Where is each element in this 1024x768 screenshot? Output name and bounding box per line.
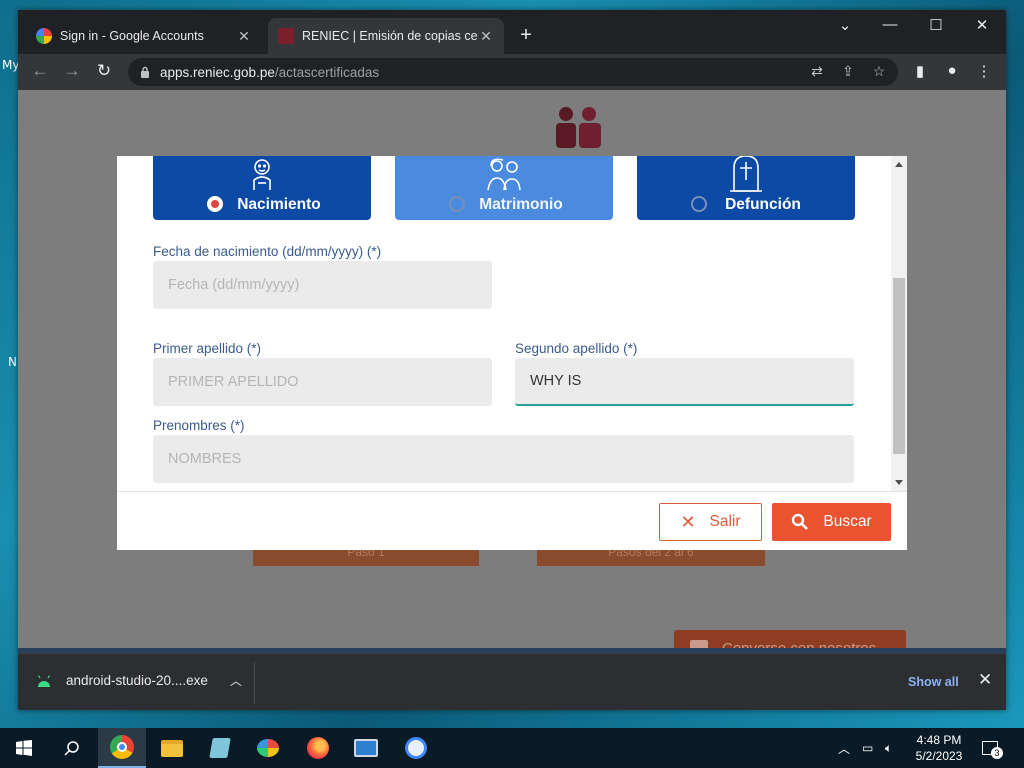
- search-icon: [64, 741, 79, 756]
- taskbar-clock[interactable]: 4:48 PM 5/2/2023: [908, 732, 970, 764]
- close-window-button[interactable]: ✕: [968, 16, 996, 34]
- browser-toolbar: ← → ↻ apps.reniec.gob.pe/actascertificad…: [18, 54, 1006, 90]
- folder-icon: [161, 739, 183, 757]
- start-button[interactable]: [0, 728, 48, 768]
- notepad-icon: [209, 738, 231, 758]
- taskbar-firefox[interactable]: [294, 728, 342, 768]
- address-host: apps.reniec.gob.pe: [160, 64, 275, 80]
- second-surname-input[interactable]: [515, 358, 854, 406]
- bookmark-star-icon[interactable]: ☆: [870, 63, 888, 81]
- clock-time: 4:48 PM: [916, 733, 962, 747]
- forward-arrow-icon[interactable]: →: [60, 61, 84, 81]
- type-card-matrimonio[interactable]: Matrimonio: [395, 156, 613, 220]
- paint-palette-icon: [257, 739, 279, 757]
- back-arrow-icon[interactable]: ←: [28, 61, 52, 81]
- volume-icon[interactable]: 🔈︎: [885, 728, 892, 768]
- tray-chevron-up-icon[interactable]: ︿: [838, 728, 850, 768]
- tab-reniec[interactable]: RENIEC | Emisión de copias certif ✕: [268, 18, 504, 54]
- close-shelf-icon[interactable]: ✕: [978, 670, 992, 690]
- modal-footer: ✕ Salir Buscar: [117, 491, 907, 550]
- share-icon[interactable]: ⇪: [839, 63, 857, 81]
- taskbar: ︿ ▭ 🔈︎ 4:48 PM 5/2/2023 3: [0, 728, 1024, 768]
- taskbar-chrome[interactable]: [98, 728, 146, 768]
- tombstone-cross-icon: [730, 156, 762, 192]
- address-bar[interactable]: apps.reniec.gob.pe/actascertificadas: [128, 58, 898, 86]
- android-studio-icon: [405, 737, 427, 759]
- side-panel-icon[interactable]: ▮: [910, 62, 930, 80]
- type-card-defuncion[interactable]: Defunción: [637, 156, 855, 220]
- taskbar-file-explorer[interactable]: [148, 728, 196, 768]
- search-button-label: Buscar: [823, 513, 872, 530]
- scroll-down-icon[interactable]: [895, 480, 903, 485]
- clock-date: 5/2/2023: [915, 749, 963, 763]
- baby-icon: [253, 159, 271, 190]
- tab-strip: Sign in - Google Accounts ✕ RENIEC | Emi…: [18, 10, 1006, 54]
- given-names-label: Prenombres (*): [153, 418, 245, 433]
- desktop-icon-label: My: [2, 58, 20, 72]
- type-label: Defunción: [725, 196, 801, 213]
- search-button[interactable]: Buscar: [772, 503, 891, 541]
- birth-date-input[interactable]: [153, 261, 492, 309]
- given-names-input[interactable]: [153, 435, 854, 483]
- notification-center-button[interactable]: 3: [982, 728, 1003, 768]
- tab-title: RENIEC | Emisión de copias certif: [302, 29, 478, 43]
- monitor-icon: [354, 739, 378, 757]
- birth-date-label: Fecha de nacimiento (dd/mm/yyyy) (*): [153, 244, 382, 259]
- type-card-nacimiento[interactable]: Nacimiento: [153, 156, 371, 220]
- android-icon: [37, 674, 51, 687]
- exit-button-label: Salir: [709, 513, 741, 530]
- notification-icon: 3: [982, 741, 1003, 759]
- close-icon: ✕: [680, 511, 696, 532]
- search-taskbar-button[interactable]: [48, 728, 96, 768]
- reniec-logo-icon: [556, 107, 601, 148]
- tab-title: Sign in - Google Accounts: [60, 29, 204, 43]
- modal-body: Nacimiento Matrimonio Defunción Fecha de…: [117, 156, 891, 491]
- search-icon: [792, 513, 809, 530]
- scroll-thumb[interactable]: [893, 278, 905, 454]
- address-path: /actascertificadas: [274, 64, 380, 80]
- page-viewport: Paso 1 Pasos del 2 al 6 Converse con nos…: [18, 90, 1006, 653]
- google-icon: [36, 28, 52, 44]
- tab-search-chevron-icon[interactable]: ⌄: [831, 16, 859, 34]
- windows-logo-icon: [16, 740, 32, 756]
- reniec-icon: [278, 28, 294, 44]
- reload-icon[interactable]: ↻: [92, 61, 116, 81]
- translate-icon[interactable]: ⇄: [808, 63, 826, 81]
- profile-icon[interactable]: ●: [942, 62, 962, 79]
- type-label: Nacimiento: [237, 196, 321, 213]
- desktop-icon-label: N: [8, 355, 17, 369]
- exit-button[interactable]: ✕ Salir: [659, 503, 762, 541]
- shelf-divider: [254, 662, 255, 704]
- taskbar-android-studio[interactable]: [392, 728, 440, 768]
- download-shelf: android-studio-20....exe ︿ Show all ✕: [18, 653, 1006, 710]
- notification-count: 3: [991, 747, 1003, 759]
- couple-icon: [487, 158, 521, 191]
- taskbar-notepad[interactable]: [196, 728, 244, 768]
- chrome-icon: [110, 735, 134, 759]
- download-file-name: android-studio-20....exe: [66, 673, 208, 688]
- tab-close-icon[interactable]: ✕: [236, 28, 252, 45]
- second-surname-label: Segundo apellido (*): [515, 341, 638, 356]
- browser-window: Sign in - Google Accounts ✕ RENIEC | Emi…: [18, 10, 1006, 710]
- scroll-up-icon[interactable]: [895, 162, 903, 167]
- type-label: Matrimonio: [479, 196, 563, 213]
- modal-scrollbar[interactable]: [891, 156, 907, 491]
- new-tab-button[interactable]: +: [514, 24, 538, 47]
- firefox-icon: [307, 737, 329, 759]
- taskbar-remote-desktop[interactable]: [342, 728, 390, 768]
- show-all-link[interactable]: Show all: [908, 675, 959, 689]
- first-surname-label: Primer apellido (*): [153, 341, 262, 356]
- menu-kebab-icon[interactable]: ⋮: [974, 62, 994, 80]
- tab-google-sign-in[interactable]: Sign in - Google Accounts ✕: [26, 18, 262, 54]
- search-modal: Nacimiento Matrimonio Defunción Fecha de…: [117, 156, 907, 550]
- lock-icon: [141, 66, 149, 78]
- download-item[interactable]: android-studio-20....exe ︿: [36, 672, 242, 689]
- taskbar-paint[interactable]: [244, 728, 292, 768]
- tab-close-icon[interactable]: ✕: [478, 28, 494, 45]
- maximize-button[interactable]: ☐: [922, 16, 950, 34]
- minimize-button[interactable]: —: [876, 16, 904, 33]
- chevron-up-icon[interactable]: ︿: [230, 672, 242, 689]
- network-icon[interactable]: ▭: [862, 728, 873, 768]
- first-surname-input[interactable]: [153, 358, 492, 406]
